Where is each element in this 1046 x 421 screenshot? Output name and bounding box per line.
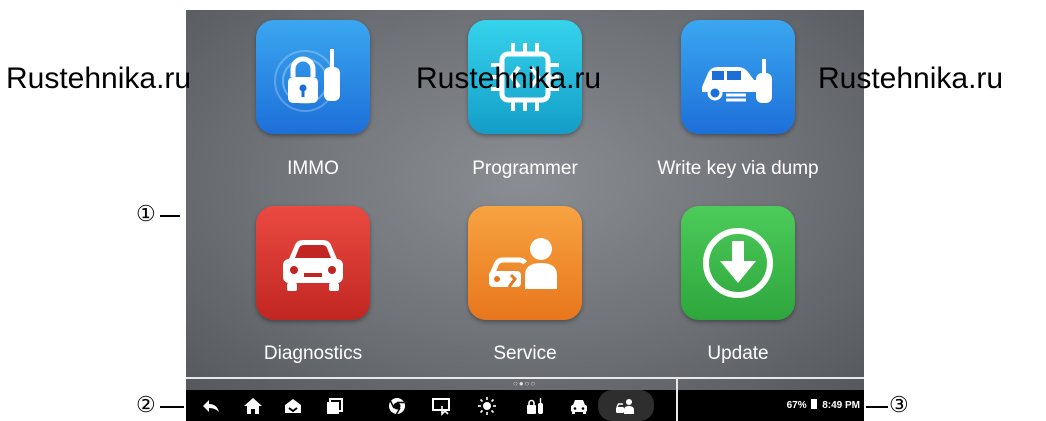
download-arrow-icon	[703, 228, 773, 298]
clock-time: 8:49 PM	[822, 400, 860, 411]
callout-1: ①	[136, 202, 156, 227]
update-label: Update	[707, 343, 769, 364]
back-icon[interactable]	[200, 395, 222, 417]
diagnostics-app-icon[interactable]	[256, 206, 370, 320]
service-shortcut-icon[interactable]	[614, 395, 636, 417]
diagnostics-label: Diagnostics	[263, 343, 363, 364]
battery-percent: 67%	[786, 400, 807, 411]
callout-1-line	[160, 215, 180, 217]
immo-app-icon[interactable]	[256, 20, 370, 134]
home-icon[interactable]	[242, 395, 264, 417]
callout-2: ②	[136, 393, 156, 418]
recent-apps-icon[interactable]	[324, 395, 346, 417]
watermark-right: Rustehnika.ru	[818, 62, 1004, 95]
car-front-icon	[283, 240, 343, 291]
chrome-icon[interactable]	[386, 395, 408, 417]
watermark-left: Rustehnika.ru	[6, 62, 192, 95]
callout-2-line	[160, 406, 184, 408]
dock-divider	[186, 377, 864, 379]
status-bar: 67% 8:49 PM	[678, 390, 864, 421]
navigation-bar	[186, 390, 676, 421]
callout-3-line	[866, 406, 888, 408]
status-area: 67% 8:49 PM	[787, 390, 860, 421]
mechanic-car-icon	[488, 238, 557, 289]
watermark-center: Rustehnika.ru	[416, 62, 602, 95]
car-key-icon	[702, 59, 772, 103]
battery-icon	[811, 399, 818, 409]
vci-home-icon[interactable]	[282, 395, 304, 417]
programmer-label: Programmer	[472, 158, 578, 179]
immo-shortcut-icon[interactable]	[524, 395, 546, 417]
write-key-via-dump-app-icon[interactable]	[681, 20, 795, 134]
immo-label: IMMO	[287, 158, 339, 179]
callout-3: ③	[889, 393, 909, 418]
car-diagnostics-icon[interactable]	[568, 395, 590, 417]
service-app-icon[interactable]	[468, 206, 582, 320]
write-key-via-dump-label: Write key via dump	[657, 158, 819, 179]
padlock-key-icon	[274, 49, 340, 112]
brightness-icon[interactable]	[476, 395, 498, 417]
page-indicator[interactable]: ○●○○	[513, 379, 536, 388]
service-label: Service	[493, 343, 557, 364]
update-app-icon[interactable]	[681, 206, 795, 320]
screenshot-icon[interactable]	[430, 395, 452, 417]
